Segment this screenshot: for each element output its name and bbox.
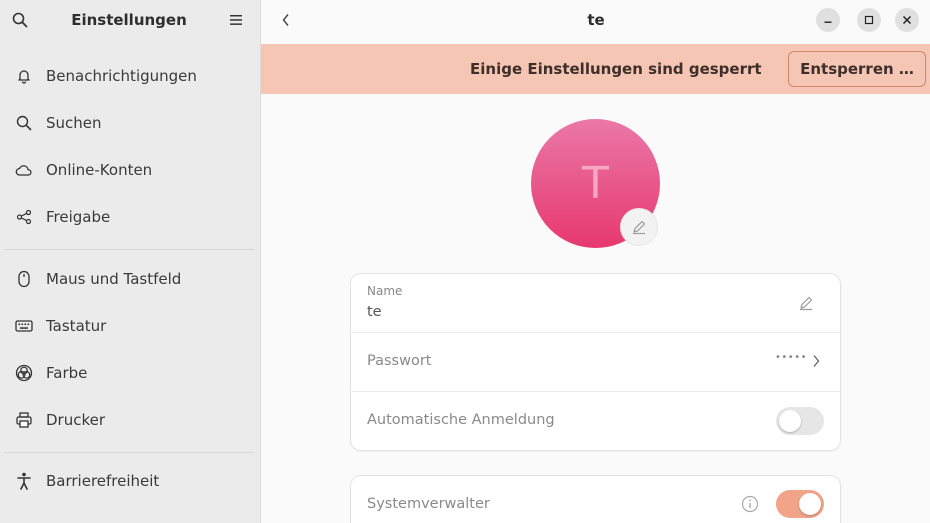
password-label: Passwort bbox=[367, 353, 432, 369]
sidebar-item-drucker[interactable]: Drucker bbox=[0, 397, 260, 443]
account-card: Name te Passwort ••••• Automatische Anme… bbox=[351, 274, 840, 450]
name-value[interactable]: te bbox=[367, 304, 382, 320]
close-button[interactable] bbox=[895, 8, 919, 32]
sidebar-item-label: Farbe bbox=[46, 364, 88, 382]
sidebar-separator bbox=[4, 249, 254, 250]
sidebar-item-label: Suchen bbox=[46, 114, 102, 132]
back-button[interactable] bbox=[275, 9, 297, 31]
sidebar-item-suchen[interactable]: Suchen bbox=[0, 100, 260, 146]
printer-icon bbox=[14, 410, 34, 430]
sidebar-item-label: Benachrichtigungen bbox=[46, 67, 197, 85]
sidebar-item-freigabe[interactable]: Freigabe bbox=[0, 194, 260, 240]
autologin-label: Automatische Anmeldung bbox=[367, 412, 555, 428]
locked-banner-text: Einige Einstellungen sind gesperrt bbox=[470, 60, 762, 78]
sidebar-item-label: Freigabe bbox=[46, 208, 111, 226]
sidebar-separator bbox=[4, 452, 254, 453]
minimize-button[interactable] bbox=[816, 8, 840, 32]
admin-row: Systemverwalter bbox=[351, 476, 840, 523]
name-row[interactable]: Name te bbox=[351, 274, 840, 333]
name-label: Name bbox=[367, 284, 403, 298]
autologin-toggle[interactable] bbox=[776, 407, 824, 435]
toggle-knob bbox=[779, 410, 801, 432]
sidebar-item-label: Tastatur bbox=[46, 317, 107, 335]
sidebar-item-benachrichtigungen[interactable]: Benachrichtigungen bbox=[0, 53, 260, 99]
sidebar-search-button[interactable] bbox=[8, 8, 32, 32]
sidebar-item-label: Maus und Tastfeld bbox=[46, 270, 182, 288]
search-icon bbox=[14, 113, 34, 133]
sidebar-menu-button[interactable] bbox=[224, 8, 248, 32]
color-icon bbox=[14, 363, 34, 383]
accessibility-icon bbox=[14, 471, 34, 491]
sidebar-title: Einstellungen bbox=[71, 11, 187, 29]
locked-banner: Einige Einstellungen sind gesperrt Entsp… bbox=[261, 44, 930, 94]
main-header: te bbox=[261, 0, 930, 42]
admin-toggle[interactable] bbox=[776, 490, 824, 518]
sidebar-header: Einstellungen bbox=[0, 0, 260, 42]
sidebar-item-label: Barrierefreiheit bbox=[46, 472, 160, 490]
sidebar-item-label: Online-Konten bbox=[46, 161, 153, 179]
maximize-icon bbox=[864, 15, 874, 25]
page-title: te bbox=[587, 11, 605, 29]
chevron-right-icon bbox=[813, 355, 820, 367]
maximize-button[interactable] bbox=[857, 8, 881, 32]
autologin-row: Automatische Anmeldung bbox=[351, 392, 840, 450]
sidebar-item-farbe[interactable]: Farbe bbox=[0, 350, 260, 396]
pencil-icon bbox=[633, 220, 646, 235]
avatar-edit-button[interactable] bbox=[620, 208, 658, 246]
sidebar-item-barrierefreiheit[interactable]: Barrierefreiheit bbox=[0, 458, 260, 504]
bell-icon bbox=[14, 66, 34, 86]
sidebar-item-maus-und-tastfeld[interactable]: Maus und Tastfeld bbox=[0, 256, 260, 302]
share-icon bbox=[14, 207, 34, 227]
toggle-knob bbox=[799, 493, 821, 515]
password-row[interactable]: Passwort ••••• bbox=[351, 333, 840, 392]
minimize-icon bbox=[824, 21, 832, 23]
pencil-icon[interactable] bbox=[798, 295, 814, 311]
avatar-initial: T bbox=[582, 158, 609, 209]
hamburger-menu-icon bbox=[230, 15, 242, 25]
admin-label: Systemverwalter bbox=[367, 496, 490, 512]
sidebar-item-tastatur[interactable]: Tastatur bbox=[0, 303, 260, 349]
keyboard-icon bbox=[14, 316, 34, 336]
info-icon[interactable] bbox=[741, 495, 759, 513]
cloud-icon bbox=[14, 160, 34, 180]
sidebar: Einstellungen Benachrichtigungen Suchen … bbox=[0, 0, 261, 523]
sidebar-item-online-konten[interactable]: Online-Konten bbox=[0, 147, 260, 193]
password-dots: ••••• bbox=[775, 352, 807, 363]
sidebar-item-label: Drucker bbox=[46, 411, 106, 429]
unlock-button[interactable]: Entsperren … bbox=[788, 51, 926, 87]
chevron-left-icon bbox=[282, 14, 289, 26]
admin-card: Systemverwalter bbox=[351, 476, 840, 523]
search-icon bbox=[12, 12, 28, 28]
mouse-icon bbox=[14, 269, 34, 289]
close-icon bbox=[902, 15, 912, 25]
